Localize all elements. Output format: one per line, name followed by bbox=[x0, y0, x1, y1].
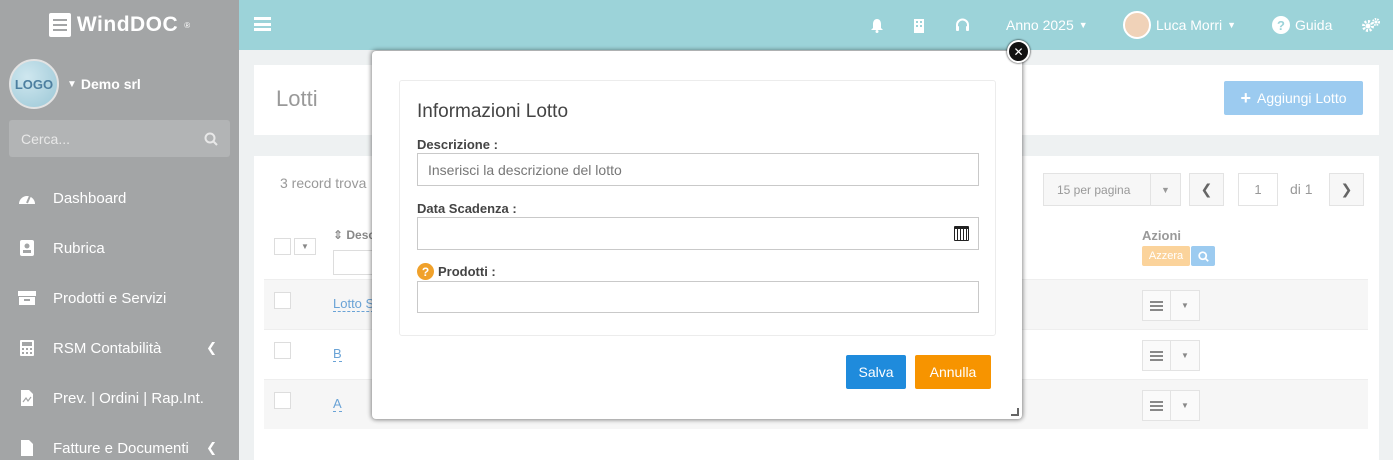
lot-info-dialog: Informazioni Lotto Descrizione : Data Sc… bbox=[372, 51, 1022, 419]
description-input[interactable] bbox=[417, 153, 979, 186]
lot-form: Informazioni Lotto Descrizione : Data Sc… bbox=[399, 80, 996, 336]
expiry-date-input[interactable] bbox=[417, 217, 979, 250]
resize-handle-icon[interactable] bbox=[1011, 408, 1019, 416]
close-icon[interactable]: ✕ bbox=[1007, 40, 1030, 63]
products-label-row: ? Prodotti : bbox=[417, 263, 496, 280]
dialog-title: Informazioni Lotto bbox=[417, 101, 569, 122]
expiry-date-label: Data Scadenza : bbox=[417, 201, 517, 216]
products-input[interactable] bbox=[417, 281, 979, 313]
cancel-button[interactable]: Annulla bbox=[915, 355, 991, 389]
description-label: Descrizione : bbox=[417, 137, 498, 152]
save-button[interactable]: Salva bbox=[846, 355, 906, 389]
products-label: Prodotti : bbox=[438, 264, 496, 279]
help-icon[interactable]: ? bbox=[417, 263, 434, 280]
calendar-icon[interactable] bbox=[954, 226, 969, 241]
